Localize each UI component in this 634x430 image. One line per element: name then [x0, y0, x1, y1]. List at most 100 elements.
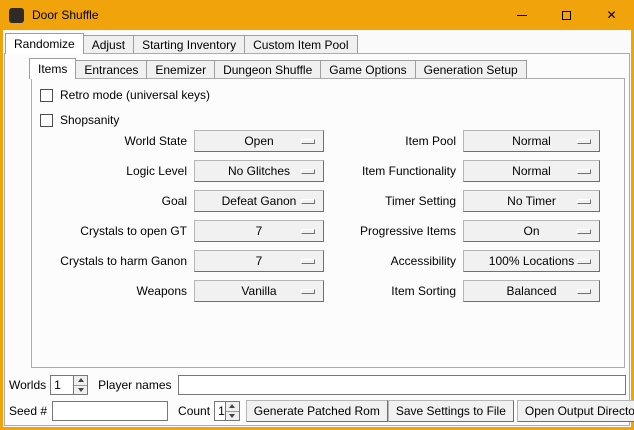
- tab-label: Randomize: [14, 37, 75, 51]
- tab-label: Adjust: [92, 38, 125, 52]
- dropdown-indicator-icon: [301, 139, 315, 144]
- count-label: Count: [178, 404, 210, 418]
- goal-dropdown[interactable]: Defeat Ganon: [194, 190, 324, 212]
- titlebar[interactable]: Door Shuffle ✕: [0, 0, 634, 30]
- tab-randomize[interactable]: Randomize: [5, 33, 84, 54]
- seed-label: Seed #: [9, 404, 47, 418]
- app-window: Door Shuffle ✕ Randomize Adjust Starting…: [0, 0, 634, 430]
- crystals-harm-ganon-dropdown[interactable]: 7: [194, 250, 324, 272]
- field-label: Crystals to open GT: [39, 224, 187, 238]
- tab-label: Game Options: [329, 63, 406, 77]
- dropdown-indicator-icon: [301, 169, 315, 174]
- progressive-items-dropdown[interactable]: On: [463, 220, 600, 242]
- tab-label: Entrances: [84, 63, 138, 77]
- tab-items[interactable]: Items: [29, 58, 76, 79]
- maximize-icon: [562, 11, 571, 20]
- player-names-label: Player names: [98, 378, 171, 392]
- worlds-spinner[interactable]: 1: [50, 375, 88, 395]
- spin-up-icon[interactable]: [226, 402, 239, 412]
- tab-dungeon-shuffle[interactable]: Dungeon Shuffle: [214, 60, 321, 78]
- dropdown-value: Normal: [512, 134, 551, 148]
- tab-label: Custom Item Pool: [253, 38, 348, 52]
- dropdown-value: No Timer: [507, 194, 556, 208]
- dropdown-value: No Glitches: [228, 164, 290, 178]
- app-icon: [9, 8, 24, 23]
- dropdown-indicator-icon: [577, 229, 591, 234]
- player-names-input[interactable]: [178, 375, 627, 395]
- shopsanity-checkbox[interactable]: [40, 114, 53, 127]
- field-label: Logic Level: [39, 164, 187, 178]
- crystals-open-gt-dropdown[interactable]: 7: [194, 220, 324, 242]
- retro-mode-checkbox[interactable]: [40, 89, 53, 102]
- weapons-dropdown[interactable]: Vanilla: [194, 280, 324, 302]
- field-label: Weapons: [39, 284, 187, 298]
- dropdown-indicator-icon: [577, 199, 591, 204]
- client-area: Randomize Adjust Starting Inventory Cust…: [3, 30, 631, 427]
- logic-level-dropdown[interactable]: No Glitches: [194, 160, 324, 182]
- field-label: Accessibility: [331, 254, 456, 268]
- spinner-value: 1: [51, 376, 73, 394]
- item-functionality-dropdown[interactable]: Normal: [463, 160, 600, 182]
- dropdown-indicator-icon: [577, 259, 591, 264]
- generate-patched-rom-button[interactable]: Generate Patched Rom: [246, 400, 388, 422]
- tab-generation-setup[interactable]: Generation Setup: [415, 60, 527, 78]
- accessibility-dropdown[interactable]: 100% Locations: [463, 250, 600, 272]
- spinner-buttons: [73, 376, 87, 394]
- seed-row: Seed # Count 1 Generate Patched Rom Save…: [9, 400, 626, 422]
- item-sorting-dropdown[interactable]: Balanced: [463, 280, 600, 302]
- checkbox-label: Shopsanity: [60, 113, 119, 127]
- shopsanity-row: Shopsanity: [40, 111, 119, 129]
- dropdown-value: Normal: [512, 164, 551, 178]
- field-label: Item Sorting: [331, 284, 456, 298]
- tab-label: Starting Inventory: [142, 38, 236, 52]
- spin-down-icon[interactable]: [226, 412, 239, 421]
- tab-entrances[interactable]: Entrances: [75, 60, 147, 78]
- field-label: Crystals to harm Ganon: [39, 254, 187, 268]
- dropdown-value: Balanced: [506, 284, 556, 298]
- tab-label: Generation Setup: [424, 63, 518, 77]
- dropdown-value: Defeat Ganon: [222, 194, 297, 208]
- field-label: Progressive Items: [331, 224, 456, 238]
- dropdown-value: 7: [256, 254, 263, 268]
- tab-adjust[interactable]: Adjust: [83, 35, 134, 53]
- dropdown-indicator-icon: [577, 139, 591, 144]
- dropdown-indicator-icon: [577, 289, 591, 294]
- maximize-button[interactable]: [544, 0, 589, 30]
- inner-tab-bar: Items Entrances Enemizer Dungeon Shuffle…: [29, 57, 527, 78]
- item-pool-dropdown[interactable]: Normal: [463, 130, 600, 152]
- minimize-button[interactable]: [499, 0, 544, 30]
- count-spinner[interactable]: 1: [214, 401, 240, 421]
- seed-input[interactable]: [52, 401, 168, 421]
- tab-custom-item-pool[interactable]: Custom Item Pool: [244, 35, 357, 53]
- window-controls: ✕: [499, 0, 634, 30]
- timer-setting-dropdown[interactable]: No Timer: [463, 190, 600, 212]
- spinner-value: 1: [215, 402, 225, 420]
- tab-starting-inventory[interactable]: Starting Inventory: [133, 35, 245, 53]
- worlds-label: Worlds: [9, 378, 46, 392]
- tab-enemizer[interactable]: Enemizer: [146, 60, 215, 78]
- options-grid: World State Open Item Pool Normal Logic …: [39, 130, 600, 302]
- dropdown-indicator-icon: [301, 259, 315, 264]
- open-output-directory-button[interactable]: Open Output Directory: [517, 400, 634, 422]
- outer-tab-bar: Randomize Adjust Starting Inventory Cust…: [5, 32, 358, 53]
- close-icon: ✕: [606, 9, 616, 21]
- dropdown-indicator-icon: [301, 229, 315, 234]
- save-settings-button[interactable]: Save Settings to File: [388, 400, 514, 422]
- checkbox-label: Retro mode (universal keys): [60, 88, 210, 102]
- field-label: Goal: [39, 194, 187, 208]
- dropdown-value: 7: [256, 224, 263, 238]
- randomize-pane: Items Entrances Enemizer Dungeon Shuffle…: [4, 53, 630, 426]
- dropdown-value: Open: [244, 134, 273, 148]
- spin-up-icon[interactable]: [74, 376, 87, 386]
- dropdown-indicator-icon: [301, 289, 315, 294]
- tab-label: Items: [38, 62, 67, 76]
- field-label: Item Functionality: [331, 164, 456, 178]
- items-pane: Retro mode (universal keys) Shopsanity W…: [31, 78, 625, 368]
- spin-down-icon[interactable]: [74, 386, 87, 395]
- tab-game-options[interactable]: Game Options: [320, 60, 415, 78]
- spinner-buttons: [225, 402, 239, 420]
- field-label: Timer Setting: [331, 194, 456, 208]
- world-state-dropdown[interactable]: Open: [194, 130, 324, 152]
- close-button[interactable]: ✕: [589, 0, 634, 30]
- dropdown-value: On: [523, 224, 539, 238]
